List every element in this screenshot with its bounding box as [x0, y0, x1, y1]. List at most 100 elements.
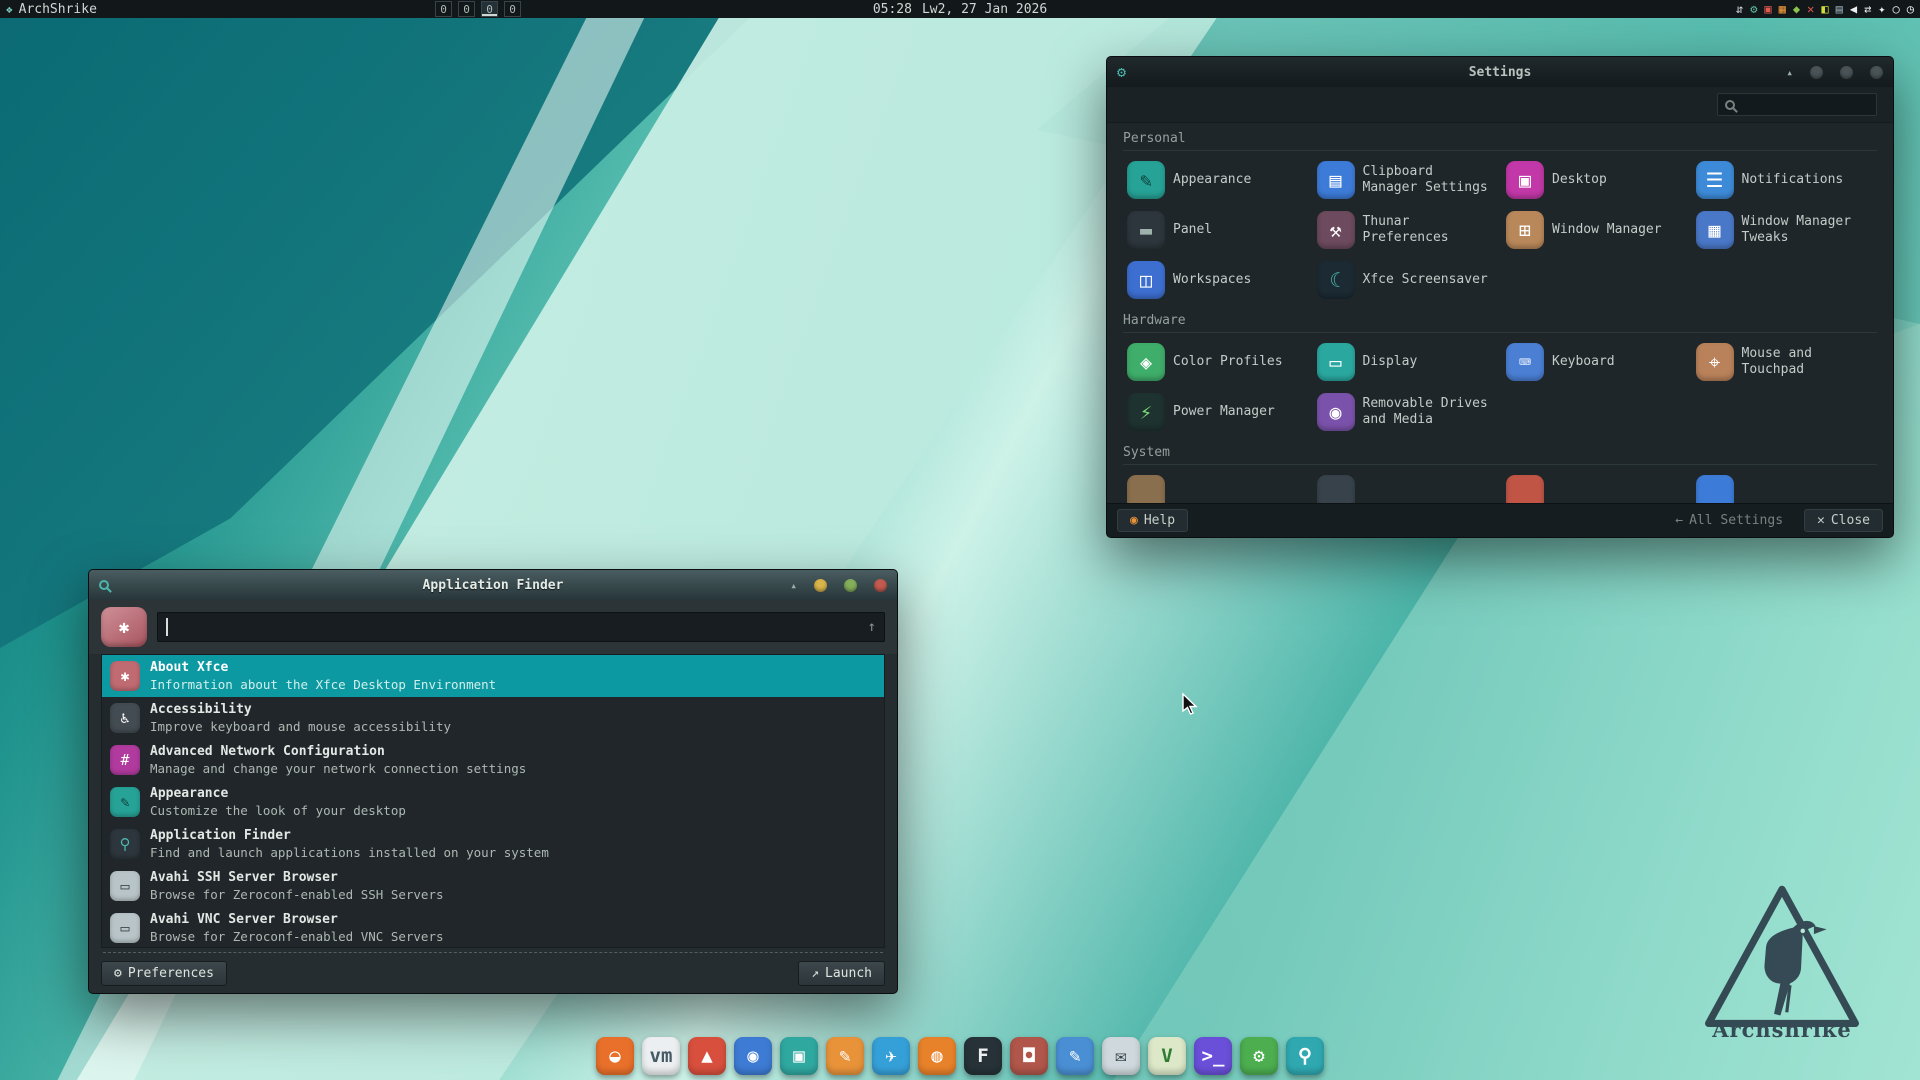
settings-item[interactable]: ⌖ Mouse and Touchpad: [1692, 339, 1878, 385]
camera-app-icon[interactable]: ◘: [1010, 1037, 1048, 1075]
run-arrow-icon[interactable]: ↑: [868, 619, 876, 635]
close-button[interactable]: [1870, 66, 1883, 79]
finder-titlebar[interactable]: Application Finder ▴: [89, 570, 897, 600]
settings-item[interactable]: ⊞ Window Manager: [1502, 207, 1688, 253]
search-icon: [1725, 100, 1735, 110]
telegram-icon[interactable]: ✈: [872, 1037, 910, 1075]
freetube-icon[interactable]: F: [964, 1037, 1002, 1075]
file-sync-icon[interactable]: ▦: [1779, 0, 1786, 18]
volume-icon[interactable]: ◀: [1850, 0, 1857, 18]
settings-item-label: Mouse and Touchpad: [1742, 346, 1874, 377]
clock[interactable]: 05:28 Lw2, 27 Jan 2026: [873, 2, 1047, 17]
downloader-icon[interactable]: ◍: [918, 1037, 956, 1075]
workspace-button[interactable]: 0: [481, 1, 498, 17]
screenshot-tool-icon[interactable]: ▣: [780, 1037, 818, 1075]
settings-item[interactable]: ⚒ Thunar Preferences: [1313, 207, 1499, 253]
app-title: About Xfce: [150, 660, 496, 676]
settings-titlebar[interactable]: ⚙ Settings ▴: [1107, 57, 1893, 87]
application-finder-icon[interactable]: ⚲: [1286, 1037, 1324, 1075]
settings-item[interactable]: ☰ Notifications: [1692, 157, 1878, 203]
screen-recorder-icon[interactable]: ◉: [734, 1037, 772, 1075]
keyboard-layout-icon[interactable]: ◧: [1821, 0, 1828, 18]
settings-item[interactable]: ▦ Window Manager Tweaks: [1692, 207, 1878, 253]
close-button[interactable]: ✕ Close: [1804, 509, 1883, 532]
brave-icon[interactable]: ▲: [688, 1037, 726, 1075]
shade-button[interactable]: ▴: [790, 579, 797, 592]
archshrike-watermark: Archshrike: [1702, 883, 1862, 1042]
minimize-button[interactable]: [814, 579, 827, 592]
application-list-item[interactable]: ⚲ Application Finder Find and launch app…: [102, 823, 884, 865]
workspace-button[interactable]: 0: [504, 1, 521, 17]
settings-search-input[interactable]: [1717, 93, 1877, 116]
web-browser-icon[interactable]: ◒: [596, 1037, 634, 1075]
application-finder-window: Application Finder ▴ ✱ ↑ ✱ About Xfce In…: [88, 569, 898, 994]
finder-toolbar: ✱ ↑: [89, 600, 897, 654]
all-settings-button[interactable]: ← All Settings: [1662, 509, 1796, 532]
vim-icon[interactable]: V: [1148, 1037, 1186, 1075]
close-button[interactable]: [874, 579, 887, 592]
maximize-button[interactable]: [1840, 66, 1853, 79]
clipboard-manager-icon: ▤: [1317, 161, 1355, 199]
settings-search-row: [1107, 87, 1893, 123]
settings-item[interactable]: [1502, 471, 1688, 503]
clock-applet-icon[interactable]: ◷: [1907, 0, 1914, 18]
settings-item[interactable]: ▣ Desktop: [1502, 157, 1688, 203]
compositor-icon[interactable]: ⇵: [1736, 0, 1743, 18]
distro-menu-icon[interactable]: ❖: [6, 3, 13, 16]
application-list-item[interactable]: # Advanced Network Configuration Manage …: [102, 739, 884, 781]
preferences-button[interactable]: ⚙ Preferences: [101, 961, 227, 986]
settings-window: ⚙ Settings ▴ Personal ✎ Appearance ▤ Cli…: [1106, 56, 1894, 538]
power-icon[interactable]: ○: [1893, 0, 1900, 18]
android-connect-icon[interactable]: ◆: [1793, 0, 1800, 18]
application-list-item[interactable]: ▭ Avahi SSH Server Browser Browse for Ze…: [102, 865, 884, 907]
settings-item-label: Xfce Screensaver: [1363, 272, 1488, 288]
settings-item[interactable]: ⚡ Power Manager: [1123, 389, 1309, 435]
settings-item[interactable]: [1692, 471, 1878, 503]
maximize-button[interactable]: [844, 579, 857, 592]
application-list-item[interactable]: ▭ Avahi VNC Server Browser Browse for Ze…: [102, 907, 884, 948]
launch-button[interactable]: ↗ Launch: [798, 961, 885, 986]
application-list-item[interactable]: ♿ Accessibility Improve keyboard and mou…: [102, 697, 884, 739]
vmware-icon[interactable]: vm: [642, 1037, 680, 1075]
application-list-item[interactable]: ✱ About Xfce Information about the Xfce …: [102, 655, 884, 697]
bluetooth-icon[interactable]: ✦: [1878, 0, 1885, 18]
clipboard-icon[interactable]: ▤: [1836, 0, 1843, 18]
network-icon[interactable]: ⇄: [1864, 0, 1871, 18]
launch-label: Launch: [825, 966, 872, 981]
package-update-icon[interactable]: ⚙: [1750, 0, 1757, 18]
session-close-icon[interactable]: ✕: [1807, 0, 1814, 18]
preferences-label: Preferences: [128, 966, 214, 981]
settings-item-label: Power Manager: [1173, 404, 1275, 420]
chat-notification-icon[interactable]: ▣: [1764, 0, 1771, 18]
settings-item[interactable]: ◈ Color Profiles: [1123, 339, 1309, 385]
application-list-item[interactable]: ✎ Appearance Customize the look of your …: [102, 781, 884, 823]
help-label: Help: [1144, 513, 1175, 528]
text-caret: [166, 618, 168, 636]
settings-item[interactable]: ☾ Xfce Screensaver: [1313, 257, 1499, 303]
settings-content: Personal ✎ Appearance ▤ Clipboard Manage…: [1107, 123, 1893, 503]
section-header-system: System: [1123, 445, 1877, 465]
minimize-button[interactable]: [1810, 66, 1823, 79]
workspace-button[interactable]: 0: [435, 1, 452, 17]
text-editor-icon[interactable]: ✎: [1056, 1037, 1094, 1075]
settings-item[interactable]: ▬ Panel: [1123, 207, 1309, 253]
settings-manager-icon[interactable]: ⚙: [1240, 1037, 1278, 1075]
settings-item[interactable]: [1313, 471, 1499, 503]
search-input[interactable]: ↑: [157, 612, 885, 642]
terminal-icon[interactable]: >_: [1194, 1037, 1232, 1075]
annotation-tool-icon[interactable]: ✎: [826, 1037, 864, 1075]
help-icon: ◉: [1130, 513, 1138, 528]
settings-item[interactable]: ▤ Clipboard Manager Settings: [1313, 157, 1499, 203]
removable-media-icon: ◉: [1317, 393, 1355, 431]
workspace-button[interactable]: 0: [458, 1, 475, 17]
help-button[interactable]: ◉ Help: [1117, 509, 1188, 532]
settings-item[interactable]: ⌨ Keyboard: [1502, 339, 1688, 385]
settings-item[interactable]: ◫ Workspaces: [1123, 257, 1309, 303]
system-item-icon: [1696, 475, 1734, 503]
settings-item[interactable]: ▭ Display: [1313, 339, 1499, 385]
settings-item[interactable]: ◉ Removable Drives and Media: [1313, 389, 1499, 435]
shade-button[interactable]: ▴: [1786, 66, 1793, 79]
mail-client-icon[interactable]: ✉: [1102, 1037, 1140, 1075]
settings-item[interactable]: [1123, 471, 1309, 503]
settings-item[interactable]: ✎ Appearance: [1123, 157, 1309, 203]
